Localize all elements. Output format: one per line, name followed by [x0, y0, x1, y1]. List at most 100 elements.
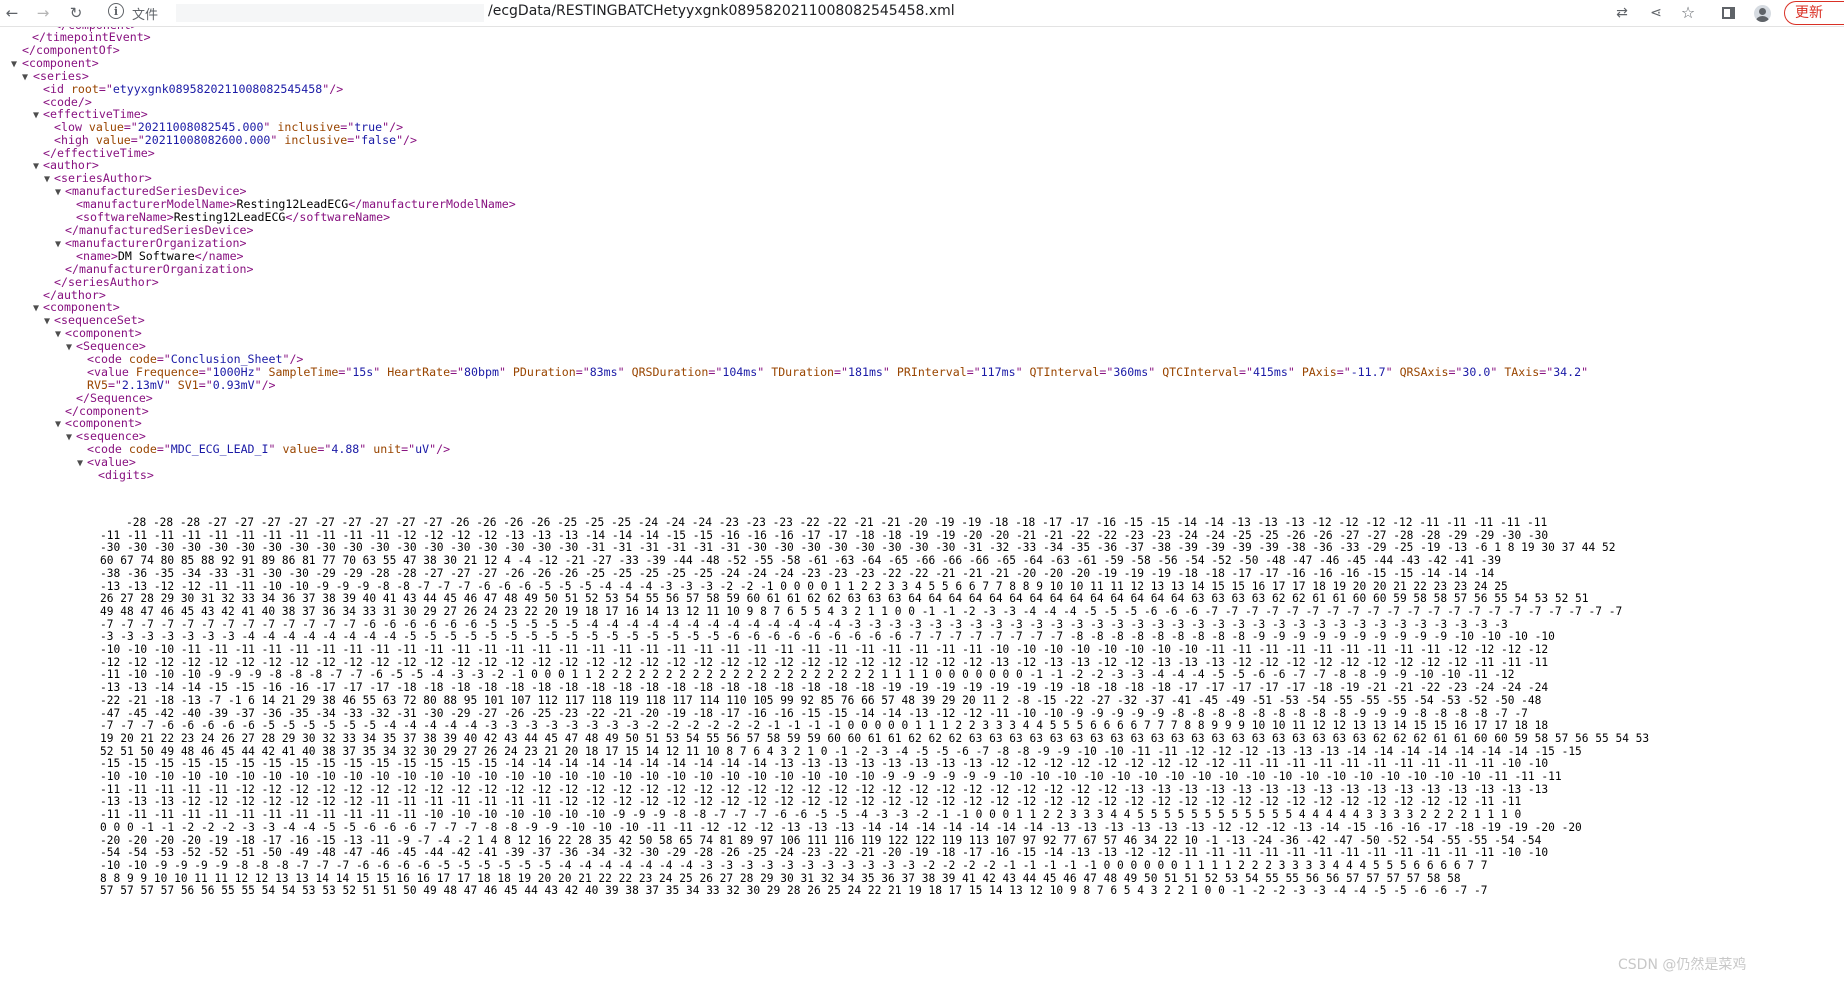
- xml-line: <code code="MDC_ECG_LEAD_I" value="4.88"…: [87, 442, 451, 456]
- digits-row: -38 -36 -35 -34 -33 -31 -30 -30 -29 -29 …: [100, 566, 1495, 580]
- digits-row: -13 -13 -13 -12 -12 -12 -12 -12 -12 -12 …: [100, 795, 1522, 809]
- digits-row: 0 0 0 -1 -1 -2 -2 -2 -3 -3 -4 -4 -5 -5 -…: [100, 820, 1582, 834]
- value-attribute: PAxis="-11.7": [1301, 365, 1393, 379]
- attribute-value: 104ms: [722, 365, 758, 379]
- translate-icon[interactable]: ⇄: [1612, 3, 1632, 23]
- effective-low-inclusive: true: [354, 120, 383, 134]
- collapse-toggle-icon[interactable]: ▼: [44, 314, 50, 329]
- collapse-toggle-icon[interactable]: ▼: [11, 57, 17, 72]
- value-attribute: PDuration="83ms": [512, 365, 625, 379]
- collapse-toggle-icon[interactable]: ▼: [55, 327, 61, 342]
- value-attribute: HeartRate="80bpm": [387, 365, 506, 379]
- collapse-toggle-icon[interactable]: ▼: [77, 456, 83, 471]
- digits-row: -10 -10 -9 -9 -9 -9 -8 -8 -8 -7 -7 -7 -6…: [100, 858, 1488, 872]
- collapse-toggle-icon[interactable]: ▼: [66, 430, 72, 445]
- digits-row: -13 -13 -14 -14 -15 -15 -16 -16 -17 -17 …: [100, 681, 1549, 695]
- collapse-toggle-icon[interactable]: ▼: [22, 70, 28, 85]
- value-attribute: PRInterval="117ms": [896, 365, 1023, 379]
- digits-row: 49 48 47 46 45 43 42 41 40 38 37 36 34 3…: [100, 604, 1623, 618]
- attribute-value: 2.13mV: [121, 378, 164, 392]
- attribute-value: 181ms: [848, 365, 883, 379]
- profile-avatar-icon[interactable]: [1752, 3, 1772, 23]
- attribute-name: QRSDuration: [631, 365, 709, 379]
- share-icon[interactable]: ⋖: [1646, 3, 1666, 23]
- attribute-name: PAxis: [1301, 365, 1337, 379]
- attribute-name: RV5: [87, 378, 108, 392]
- attribute-value: 1000Hz: [212, 365, 255, 379]
- effective-high-value: 20211008082600.000: [144, 133, 271, 147]
- attribute-name: SV1: [177, 378, 199, 392]
- collapse-toggle-icon[interactable]: ▼: [55, 185, 61, 200]
- attribute-name: PDuration: [512, 365, 576, 379]
- digits-row: -12 -12 -12 -12 -12 -12 -12 -12 -12 -12 …: [100, 655, 1549, 669]
- attribute-value: 360ms: [1113, 365, 1149, 379]
- digits-row: -22 -21 -18 -13 -7 -1 6 14 21 29 38 46 5…: [100, 693, 1542, 707]
- lead-value: 4.88: [331, 442, 360, 456]
- value-attribute: TDuration="181ms": [771, 365, 890, 379]
- attribute-name: SampleTime: [268, 365, 339, 379]
- collapse-toggle-icon[interactable]: ▼: [33, 301, 39, 316]
- lead-unit: uV: [415, 442, 430, 456]
- collapse-toggle-icon[interactable]: ▼: [33, 159, 39, 174]
- collapse-toggle-icon[interactable]: ▼: [55, 237, 61, 252]
- digits-row: -47 -45 -42 -40 -39 -37 -36 -35 -34 -33 …: [100, 706, 1528, 720]
- xml-line: <value Frequence="1000Hz" SampleTime="15…: [87, 365, 1589, 379]
- digits-row: -10 -10 -10 -11 -11 -11 -11 -11 -11 -11 …: [100, 643, 1549, 656]
- collapse-toggle-icon[interactable]: ▼: [44, 172, 50, 187]
- digits-row: 19 20 21 22 23 24 26 27 28 29 30 32 33 3…: [100, 731, 1650, 745]
- model-name: Resting12LeadECG: [236, 197, 349, 211]
- series-id-root: etyyxgnk0895820211008082545458: [112, 82, 323, 96]
- software-name: Resting12LeadECG: [173, 210, 286, 224]
- attribute-value: 30.0: [1462, 365, 1491, 379]
- digits-row: -54 -54 -53 -52 -52 -51 -50 -49 -48 -47 …: [100, 846, 1549, 860]
- attribute-name: TDuration: [771, 365, 835, 379]
- value-attribute: QTCInterval="415ms": [1162, 365, 1295, 379]
- address-bar-url[interactable]: /ecgData/RESTINGBATCHetyyxgnk08958202110…: [488, 3, 955, 19]
- digits-row: -11 -11 -11 -11 -11 -11 -11 -11 -11 -11 …: [100, 808, 1522, 822]
- value-attribute: QRSDuration="104ms": [631, 365, 765, 379]
- attribute-value: 117ms: [980, 365, 1016, 379]
- digits-row: -7 -7 -7 -6 -6 -6 -6 -6 -5 -5 -5 -5 -5 -…: [100, 719, 1549, 733]
- collapse-toggle-icon[interactable]: ▼: [33, 108, 39, 123]
- effective-high-inclusive: false: [361, 133, 397, 147]
- digits-row: -11 -11 -11 -11 -11 -11 -11 -11 -11 -11 …: [100, 528, 1549, 542]
- attribute-value: 83ms: [589, 365, 618, 379]
- org-name: DM Software: [117, 249, 195, 263]
- lead-code: MDC_ECG_LEAD_I: [170, 442, 269, 456]
- attribute-value: 0.93mV: [212, 378, 255, 392]
- attribute-value: 15s: [352, 365, 374, 379]
- digits-row: 60 67 74 80 85 88 92 91 89 86 81 77 70 6…: [100, 554, 1501, 568]
- security-label[interactable]: 文件: [132, 4, 158, 23]
- attribute-name: Frequence: [135, 365, 199, 379]
- digits-row: 26 27 28 29 30 31 32 33 34 36 37 38 39 4…: [100, 592, 1589, 606]
- attribute-name: QTCInterval: [1162, 365, 1239, 379]
- value-attribute: SV1="0.93mV": [177, 378, 262, 392]
- digits-row: -11 -11 -11 -11 -11 -12 -12 -12 -12 -12 …: [100, 782, 1549, 796]
- attribute-name: QTInterval: [1029, 365, 1100, 379]
- bookmark-star-icon[interactable]: ☆: [1678, 3, 1698, 23]
- digits-row: -20 -20 -20 -20 -19 -18 -17 -16 -15 -13 …: [100, 833, 1542, 847]
- value-attribute: TAxis="34.2": [1504, 365, 1589, 379]
- collapse-toggle-icon[interactable]: ▼: [55, 417, 61, 432]
- side-panel-icon[interactable]: [1718, 3, 1738, 23]
- update-button[interactable]: 更新: [1784, 1, 1844, 25]
- digits-row: -7 -7 -7 -7 -7 -7 -7 -7 -7 -7 -7 -7 -7 -…: [100, 617, 1508, 631]
- forward-arrow-icon[interactable]: →: [33, 3, 53, 23]
- attribute-value: 34.2: [1553, 365, 1582, 379]
- attribute-name: PRInterval: [896, 365, 967, 379]
- digits-row: -3 -3 -3 -3 -3 -3 -3 -4 -4 -4 -4 -4 -4 -…: [100, 630, 1555, 644]
- reload-icon[interactable]: ↻: [66, 3, 86, 23]
- digits-row: -13 -13 -12 -12 -11 -11 -10 -10 -9 -9 -9…: [100, 579, 1508, 593]
- effective-low-value: 20211008082545.000: [137, 120, 264, 134]
- collapse-toggle-icon[interactable]: ▼: [66, 340, 72, 355]
- info-icon[interactable]: i: [108, 3, 124, 19]
- digits-row: -28 -28 -28 -27 -27 -27 -27 -27 -27 -27 …: [126, 516, 1548, 529]
- digits-row: -11 -10 -10 -10 -9 -9 -9 -8 -8 -8 -7 -7 …: [100, 668, 1515, 682]
- value-attribute: RV5="2.13mV": [87, 378, 171, 392]
- browser-toolbar: ← → ↻ i 文件 /ecgData/RESTINGBATCHetyyxgnk…: [0, 0, 1844, 27]
- attribute-value: 80bpm: [464, 365, 499, 379]
- attribute-name: QRSAxis: [1399, 365, 1449, 379]
- back-arrow-icon[interactable]: ←: [2, 3, 22, 23]
- digits-row: -15 -15 -15 -15 -15 -15 -15 -15 -15 -15 …: [100, 757, 1549, 771]
- conclusion-code: Conclusion_Sheet: [170, 352, 283, 366]
